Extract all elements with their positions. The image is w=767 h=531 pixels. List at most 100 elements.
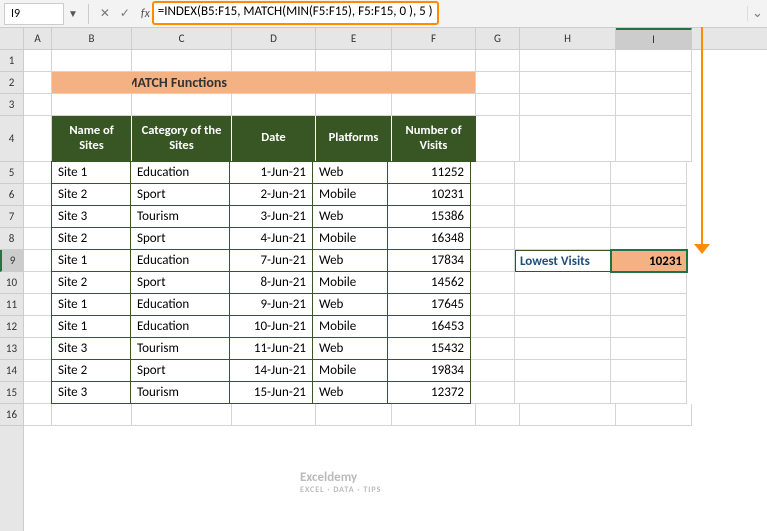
cell-visits[interactable]: 10231 — [387, 183, 471, 206]
cell[interactable] — [52, 50, 132, 72]
cell-visits[interactable]: 15386 — [387, 205, 471, 228]
cell-platform[interactable]: Mobile — [312, 315, 388, 338]
cell[interactable] — [611, 338, 687, 360]
cell-platform[interactable]: Mobile — [312, 227, 388, 250]
cell[interactable] — [392, 50, 476, 72]
cell[interactable] — [316, 50, 392, 72]
cell-site[interactable]: Site 1 — [51, 293, 131, 316]
cell-platform[interactable]: Web — [312, 293, 388, 316]
table-header[interactable]: Date — [232, 116, 316, 162]
cell-site[interactable]: Site 2 — [51, 359, 131, 382]
table-header[interactable]: Platforms — [316, 116, 392, 162]
cell[interactable] — [611, 294, 687, 316]
cell-site[interactable]: Site 3 — [51, 205, 131, 228]
cell[interactable] — [611, 162, 687, 184]
cell-site[interactable]: Site 2 — [51, 227, 131, 250]
cell[interactable] — [24, 382, 52, 404]
col-header[interactable]: F — [392, 28, 476, 49]
cell-date[interactable]: 7-Jun-21 — [229, 249, 313, 272]
cell[interactable] — [476, 94, 520, 116]
cell[interactable] — [515, 272, 611, 294]
col-header[interactable]: I — [616, 28, 692, 49]
cell[interactable] — [611, 184, 687, 206]
col-header[interactable]: G — [476, 28, 520, 49]
cell[interactable] — [24, 94, 52, 116]
cell-platform[interactable]: Web — [312, 205, 388, 228]
title-cell[interactable] — [52, 72, 132, 94]
title-cell[interactable]: Using INDEX MATCH Functions — [132, 72, 232, 94]
cell[interactable] — [132, 50, 232, 72]
cell[interactable] — [24, 228, 52, 250]
cell[interactable] — [520, 72, 616, 94]
row-header[interactable]: 2 — [0, 72, 23, 94]
cell-site[interactable]: Site 1 — [51, 161, 131, 184]
cell-date[interactable]: 15-Jun-21 — [229, 381, 313, 404]
cell[interactable] — [132, 94, 232, 116]
cell[interactable] — [24, 338, 52, 360]
cell-category[interactable]: Tourism — [130, 381, 230, 404]
title-cell[interactable] — [232, 72, 316, 94]
cell-date[interactable]: 9-Jun-21 — [229, 293, 313, 316]
cell[interactable] — [24, 116, 52, 162]
cell[interactable] — [24, 250, 52, 272]
cell[interactable] — [515, 338, 611, 360]
cell[interactable] — [616, 116, 692, 162]
cell[interactable] — [515, 294, 611, 316]
row-header[interactable]: 8 — [0, 228, 23, 250]
cell[interactable] — [515, 162, 611, 184]
row-header[interactable]: 1 — [0, 50, 23, 72]
cell-visits[interactable]: 19834 — [387, 359, 471, 382]
cell-visits[interactable]: 14562 — [387, 271, 471, 294]
row-header[interactable]: 6 — [0, 184, 23, 206]
cell[interactable] — [52, 404, 132, 426]
cell[interactable] — [611, 272, 687, 294]
row-header[interactable]: 16 — [0, 404, 23, 426]
table-header[interactable]: Category of the Sites — [132, 116, 232, 162]
cell-date[interactable]: 11-Jun-21 — [229, 337, 313, 360]
cell[interactable] — [471, 184, 515, 206]
cell[interactable] — [471, 228, 515, 250]
table-header[interactable]: Number of Visits — [392, 116, 476, 162]
cell-site[interactable]: Site 2 — [51, 271, 131, 294]
col-header[interactable]: B — [52, 28, 132, 49]
row-header[interactable]: 9 — [0, 250, 23, 272]
cell[interactable] — [24, 72, 52, 94]
cell[interactable] — [232, 50, 316, 72]
cell[interactable] — [520, 94, 616, 116]
cell[interactable] — [232, 94, 316, 116]
cell[interactable] — [132, 404, 232, 426]
cell-platform[interactable]: Web — [312, 249, 388, 272]
col-header[interactable]: A — [24, 28, 52, 49]
lowest-visits-value[interactable]: 10231 — [611, 250, 687, 272]
cell[interactable] — [24, 206, 52, 228]
cell-site[interactable]: Site 3 — [51, 337, 131, 360]
cell-platform[interactable]: Web — [312, 337, 388, 360]
cell[interactable] — [392, 404, 476, 426]
cell-category[interactable]: Sport — [130, 359, 230, 382]
cell[interactable] — [471, 382, 515, 404]
cell-visits[interactable]: 16453 — [387, 315, 471, 338]
cell-platform[interactable]: Web — [312, 161, 388, 184]
cell[interactable] — [515, 184, 611, 206]
cell[interactable] — [476, 404, 520, 426]
cell[interactable] — [616, 94, 692, 116]
row-header[interactable]: 12 — [0, 316, 23, 338]
cell[interactable] — [515, 316, 611, 338]
cell[interactable] — [515, 228, 611, 250]
expand-formula-icon[interactable]: ⌄ — [747, 6, 767, 21]
cell[interactable] — [471, 316, 515, 338]
cell[interactable] — [392, 94, 476, 116]
confirm-icon[interactable]: ✓ — [115, 6, 135, 21]
cell[interactable] — [616, 72, 692, 94]
cell[interactable] — [24, 404, 52, 426]
cell[interactable] — [24, 272, 52, 294]
cancel-icon[interactable]: ✕ — [95, 6, 115, 21]
cell[interactable] — [611, 316, 687, 338]
cell-category[interactable]: Education — [130, 315, 230, 338]
title-cell[interactable] — [316, 72, 392, 94]
row-header[interactable]: 15 — [0, 382, 23, 404]
cell[interactable] — [616, 404, 692, 426]
cell[interactable] — [471, 272, 515, 294]
cell[interactable] — [616, 50, 692, 72]
chevron-down-icon[interactable]: ▼ — [64, 7, 82, 20]
